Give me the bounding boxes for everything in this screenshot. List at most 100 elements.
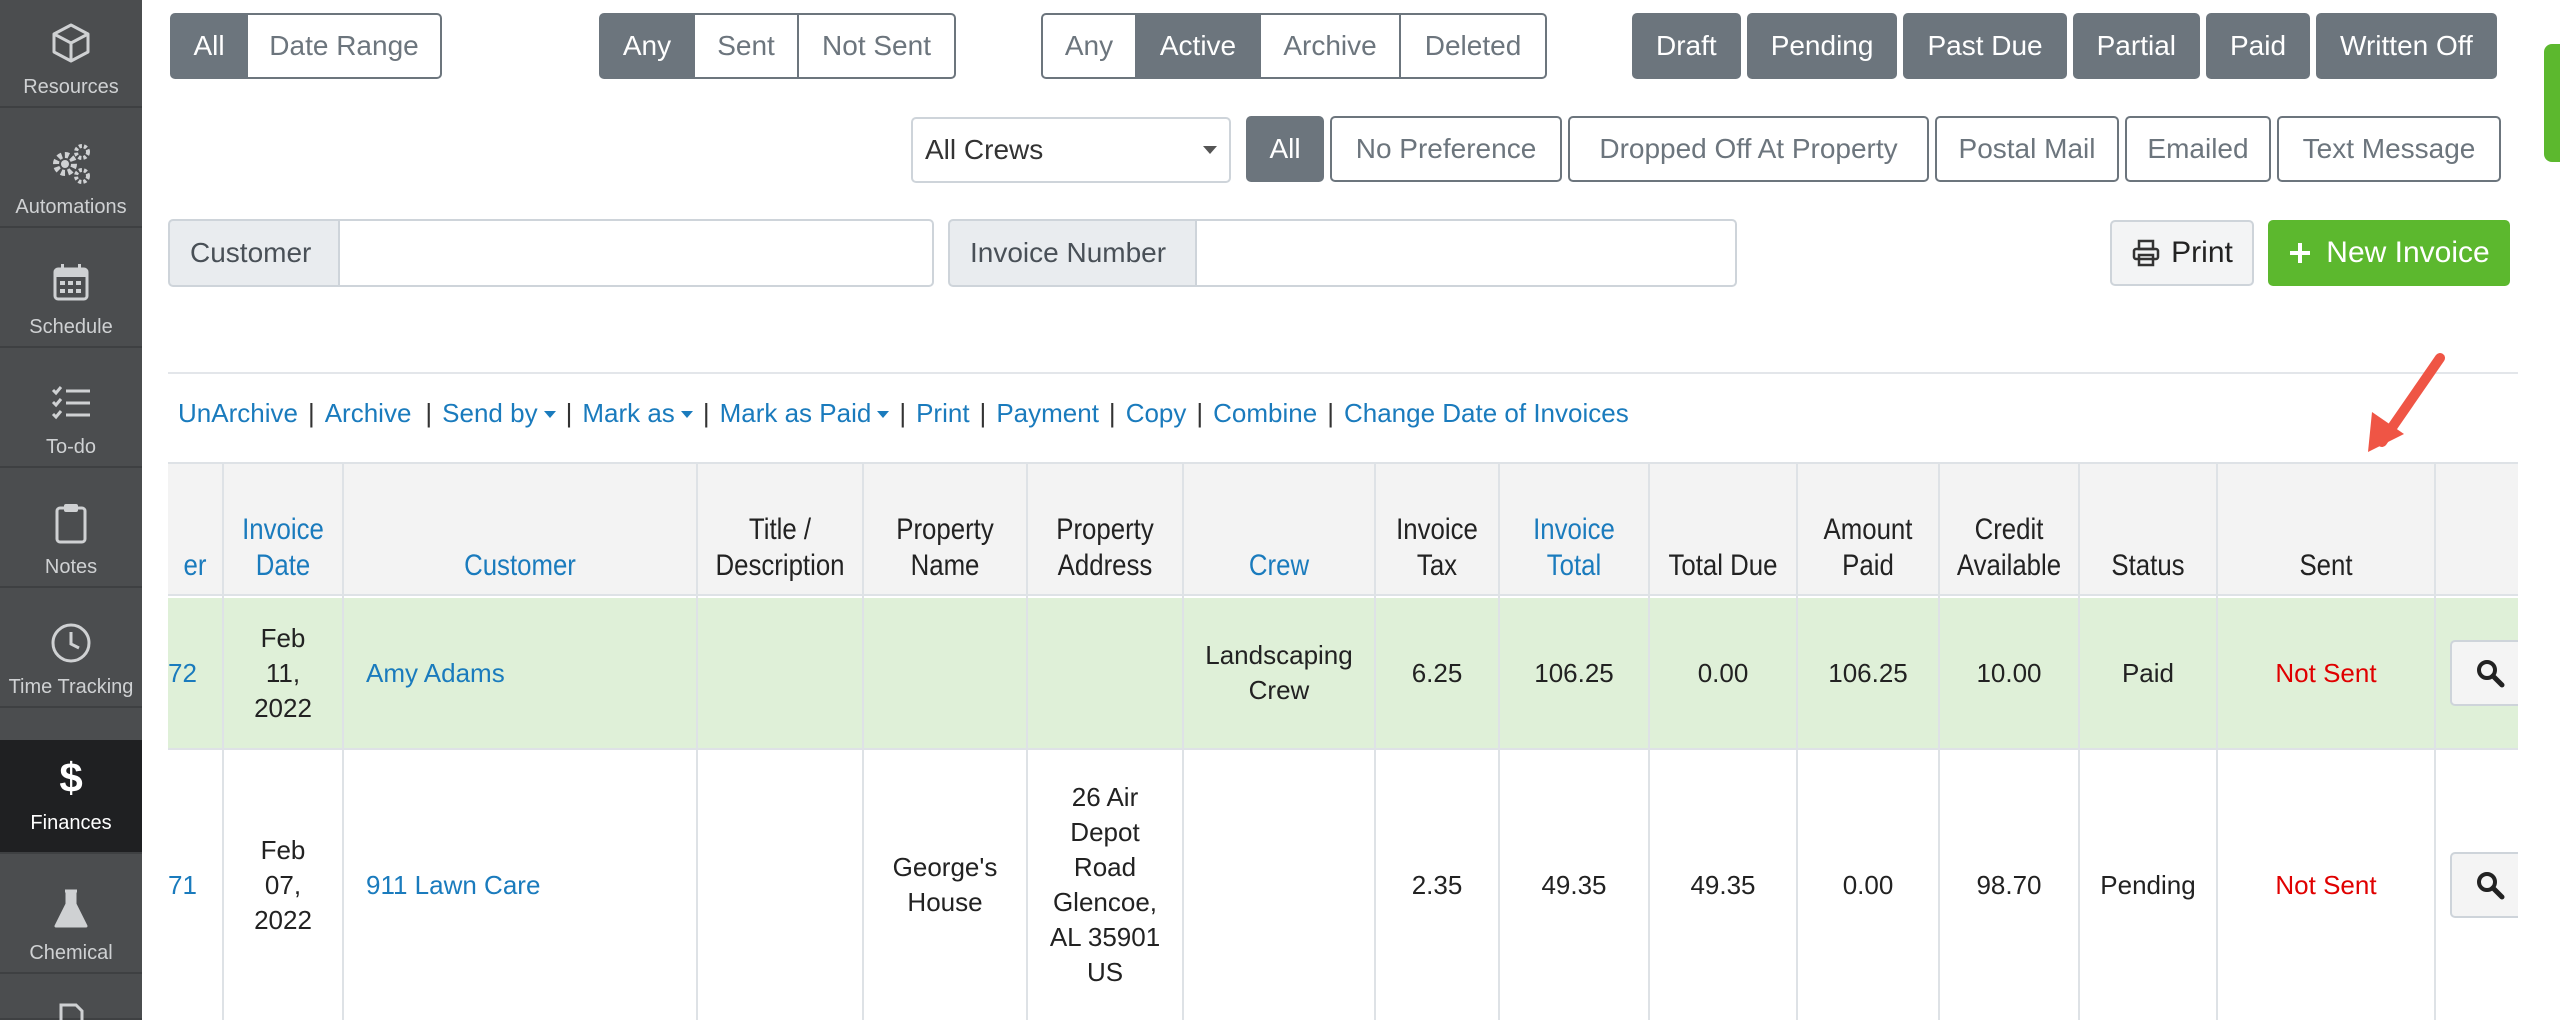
invoice-tax-cell: 2.35 <box>1411 869 1463 900</box>
column-header-property-address: Property Address <box>1056 513 1154 582</box>
combine-link[interactable]: Combine <box>1213 398 1317 429</box>
column-header-invoice-date[interactable]: Invoice Date <box>232 464 333 598</box>
state-deleted-button[interactable]: Deleted <box>1401 13 1547 79</box>
clock-icon <box>51 623 91 663</box>
sidebar-item-notes[interactable]: Notes <box>0 474 142 588</box>
crew-select-value: All Crews <box>925 134 1044 165</box>
view-invoice-button[interactable] <box>2450 640 2518 706</box>
copy-link[interactable]: Copy <box>1126 398 1187 429</box>
table-row[interactable]: 71 Feb 07, 2022 911 Lawn Care George's H… <box>168 750 2518 1020</box>
sidebar-item-automations[interactable]: Automations <box>0 114 142 228</box>
status-draft-button[interactable]: Draft <box>1632 13 1741 79</box>
date-all-button[interactable]: All <box>170 13 248 79</box>
invoice-total-cell: 49.35 <box>1541 869 1607 900</box>
column-header-crew[interactable]: Crew <box>1197 464 1360 598</box>
delivery-postal-mail-button[interactable]: Postal Mail <box>1935 116 2119 182</box>
divider <box>168 372 2518 374</box>
delivery-text-message-button[interactable]: Text Message <box>2277 116 2501 182</box>
sent-sent-button[interactable]: Sent <box>695 13 799 79</box>
crew-select[interactable]: All Crews <box>911 117 1231 183</box>
scrollbar-thumb[interactable] <box>2544 44 2560 162</box>
invoices-table: er Invoice Date Customer Title / Descrip… <box>168 462 2518 1020</box>
separator: | <box>307 397 315 428</box>
sidebar-item-label: Finances <box>30 812 112 834</box>
customer-input[interactable] <box>340 219 934 287</box>
customer-search: Customer <box>168 219 934 287</box>
status-paid-button[interactable]: Paid <box>2206 13 2311 79</box>
sidebar-item-chemical[interactable]: Chemical <box>0 860 142 974</box>
printer-icon <box>2132 239 2160 267</box>
column-divider <box>1374 462 1376 1020</box>
delivery-emailed-button[interactable]: Emailed <box>2125 116 2271 182</box>
unarchive-link[interactable]: UnArchive <box>178 398 298 429</box>
sidebar-item-todo[interactable]: To-do <box>0 354 142 468</box>
column-divider <box>862 462 864 1020</box>
status-written-off-button[interactable]: Written Off <box>2316 13 2497 79</box>
archive-link[interactable]: Archive <box>325 398 412 429</box>
date-range-button[interactable]: Date Range <box>248 13 442 79</box>
separator: | <box>1108 397 1116 428</box>
date-filter-group: All Date Range <box>170 13 442 79</box>
credit-available-cell: 98.70 <box>1976 869 2042 900</box>
table-row[interactable]: 72 Feb 11, 2022 Amy Adams Landscaping Cr… <box>168 598 2518 748</box>
separator: | <box>565 397 573 428</box>
plus-icon <box>2290 243 2311 263</box>
column-divider <box>1648 462 1650 1020</box>
invoice-number-link[interactable]: 71 <box>168 750 222 1020</box>
delivery-dropped-off-button[interactable]: Dropped Off At Property <box>1568 116 1929 182</box>
sidebar-item-schedule[interactable]: Schedule <box>0 234 142 348</box>
column-header-credit-available: Credit Available <box>1956 513 2062 582</box>
new-invoice-button[interactable]: New Invoice <box>2268 220 2510 286</box>
sent-not-sent-button[interactable]: Not Sent <box>799 13 956 79</box>
sidebar-item-label: Notes <box>44 556 98 578</box>
view-invoice-button[interactable] <box>2450 852 2518 918</box>
flask-icon <box>54 889 88 928</box>
invoice-number-input[interactable] <box>1197 219 1737 287</box>
customer-link[interactable]: 911 Lawn Care <box>344 750 696 1020</box>
sidebar-item-label: Automations <box>15 196 127 218</box>
column-header-amount-paid: Amount Paid <box>1823 513 1913 582</box>
customer-label: Customer <box>168 219 340 287</box>
cube-icon <box>52 23 90 63</box>
total-due-cell: 0.00 <box>1697 657 1749 688</box>
sidebar-item-more[interactable] <box>0 980 142 1020</box>
payment-link[interactable]: Payment <box>996 398 1099 429</box>
status-past-due-button[interactable]: Past Due <box>1903 13 2067 79</box>
change-date-link[interactable]: Change Date of Invoices <box>1344 398 1629 429</box>
state-archive-button[interactable]: Archive <box>1261 13 1401 79</box>
delivery-all-button[interactable]: All <box>1246 116 1324 182</box>
customer-link[interactable]: Amy Adams <box>344 598 696 748</box>
status-pending-button[interactable]: Pending <box>1746 13 1898 79</box>
print-link[interactable]: Print <box>916 398 969 429</box>
sidebar-item-label: Schedule <box>29 316 113 338</box>
column-divider <box>1026 462 1028 1020</box>
status-partial-button[interactable]: Partial <box>2072 13 2200 79</box>
sidebar-item-label: Time Tracking <box>8 676 134 698</box>
column-divider <box>342 462 344 1020</box>
mark-as-paid-dropdown[interactable]: Mark as Paid <box>720 398 890 429</box>
state-any-button[interactable]: Any <box>1041 13 1137 79</box>
state-filter-group: Any Active Archive Deleted <box>1041 13 1547 79</box>
column-divider <box>2434 462 2436 1020</box>
column-header-invoice-total[interactable]: Invoice Total <box>1510 464 1637 598</box>
print-button[interactable]: Print <box>2110 220 2254 286</box>
amount-paid-cell: 0.00 <box>1842 869 1894 900</box>
mark-as-dropdown[interactable]: Mark as <box>582 398 692 429</box>
delivery-no-preference-button[interactable]: No Preference <box>1330 116 1562 182</box>
sidebar-item-time-tracking[interactable]: Time Tracking <box>0 594 142 708</box>
column-divider <box>1498 462 1500 1020</box>
sent-status-cell: Not Sent <box>2275 657 2377 688</box>
send-by-dropdown[interactable]: Send by <box>442 398 555 429</box>
column-header-number[interactable]: er <box>172 464 218 598</box>
invoice-number-link[interactable]: 72 <box>168 598 222 748</box>
sidebar-item-finances[interactable]: $ Finances <box>0 740 142 854</box>
sent-any-button[interactable]: Any <box>599 13 695 79</box>
column-header-customer[interactable]: Customer <box>369 464 672 598</box>
invoice-number-search: Invoice Number <box>948 219 1737 287</box>
separator: | <box>979 397 987 428</box>
sidebar-item-resources[interactable]: Resources <box>0 0 142 108</box>
separator: | <box>899 397 907 428</box>
state-active-button[interactable]: Active <box>1137 13 1261 79</box>
property-name-cell <box>864 598 1026 748</box>
sidebar: Resources Automations Schedule To-do Not… <box>0 0 142 1020</box>
